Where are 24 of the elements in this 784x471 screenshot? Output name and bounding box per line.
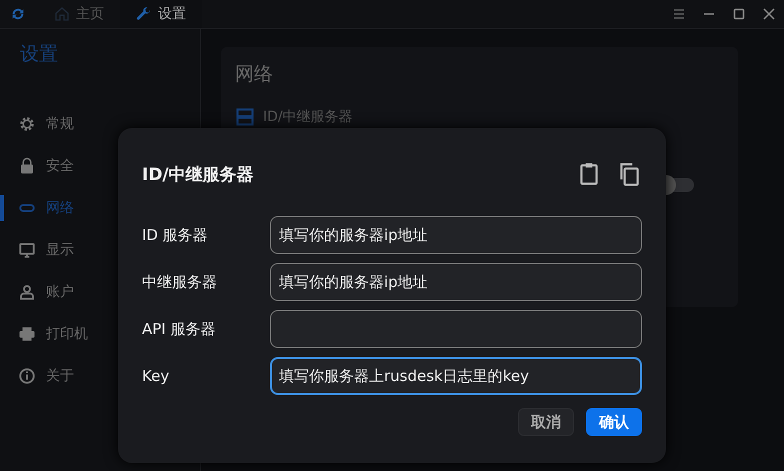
logo-icon bbox=[10, 6, 26, 22]
confirm-button[interactable]: 确认 bbox=[586, 408, 642, 436]
person-icon bbox=[18, 283, 36, 301]
info-icon bbox=[18, 367, 36, 385]
field-label: 中继服务器 bbox=[142, 272, 218, 292]
card-title: 网络 bbox=[235, 62, 274, 87]
server-icon bbox=[235, 107, 255, 127]
gear-icon bbox=[18, 115, 36, 133]
tab[interactable]: 主页 bbox=[38, 0, 120, 28]
input-field[interactable]: 填写你的服务器ip地址 bbox=[270, 216, 642, 254]
wrench-icon bbox=[136, 6, 152, 22]
input-field[interactable] bbox=[270, 310, 642, 348]
monitor-icon bbox=[18, 241, 36, 259]
lock-icon bbox=[18, 157, 36, 175]
row-label[interactable]: ID/中继服务器 bbox=[263, 108, 353, 126]
field-label: Key bbox=[142, 367, 170, 385]
home-icon bbox=[54, 6, 70, 22]
dialog-title: ID/中继服务器 bbox=[142, 164, 255, 186]
input-field[interactable]: 填写你的服务器ip地址 bbox=[270, 263, 642, 301]
sidebar-title: 设置 bbox=[20, 42, 59, 67]
input-field[interactable]: 填写你服务器上rusdesk日志里的key bbox=[270, 357, 642, 395]
cancel-button[interactable]: 取消 bbox=[518, 408, 574, 436]
sidebar-item[interactable]: 常规 bbox=[0, 103, 200, 145]
field-label: API 服务器 bbox=[142, 320, 216, 338]
